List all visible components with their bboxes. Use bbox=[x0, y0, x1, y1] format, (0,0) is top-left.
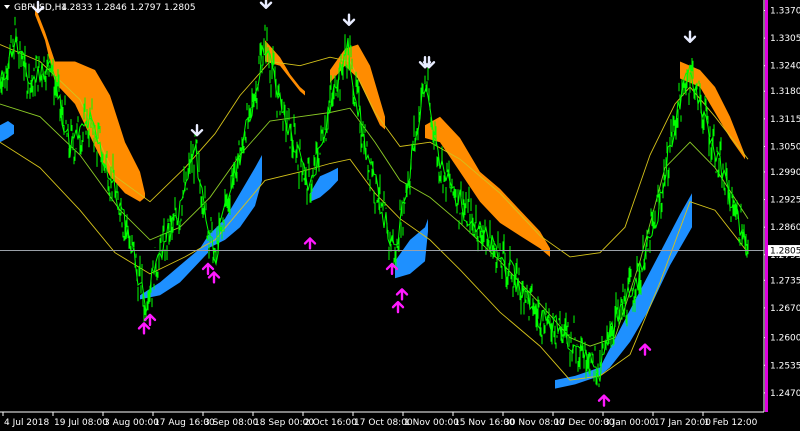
price-chart[interactable]: 1.3370 1.3305 1.3240 1.3180 1.3115 1.3050 1.29… bbox=[0, 0, 800, 431]
y-axis-ticks: 1.3370 1.3305 1.3240 1.3180 1.3115 1.3050 1.29… bbox=[764, 6, 800, 399]
y-tick-label: 1.2535 bbox=[770, 361, 800, 371]
y-tick-label: 1.2735 bbox=[770, 276, 800, 286]
y-tick-label: 1.2470 bbox=[770, 389, 800, 399]
x-tick-label: 4 Jul 2018 bbox=[4, 418, 49, 428]
y-tick-label: 1.2990 bbox=[770, 168, 800, 178]
y-tick-label: 1.2925 bbox=[770, 196, 800, 206]
y-tick-label: 1.3305 bbox=[770, 34, 800, 44]
y-tick-label: 1.2860 bbox=[770, 223, 800, 233]
y-tick-label: 1.3370 bbox=[770, 6, 800, 16]
y-tick-label: 1.3180 bbox=[770, 87, 800, 97]
ohlc-values: 1.2833 1.2846 1.2797 1.2805 bbox=[61, 3, 196, 13]
x-tick-label: 3 Jan 00:00 bbox=[604, 418, 656, 428]
y-tick-label: 1.2600 bbox=[770, 334, 800, 344]
x-tick-label: 1 Feb 12:00 bbox=[704, 418, 758, 428]
x-tick-label: 3 Aug 00:00 bbox=[104, 418, 159, 428]
scroll-bar[interactable] bbox=[765, 0, 768, 412]
x-tick-label: 1 Nov 00:00 bbox=[404, 418, 459, 428]
y-tick-label: 1.3050 bbox=[770, 142, 800, 152]
y-tick-label: 1.2670 bbox=[770, 304, 800, 314]
x-tick-label: 2 Oct 16:00 bbox=[304, 418, 357, 428]
x-tick-label: 3 Sep 08:00 bbox=[204, 418, 259, 428]
symbol-label: GBPUSD,H4 bbox=[14, 3, 67, 13]
current-price-label: 1.2805 bbox=[770, 247, 800, 257]
y-tick-label: 1.3115 bbox=[770, 115, 800, 125]
x-tick-label: 19 Jul 08:00 bbox=[54, 418, 108, 428]
y-tick-label: 1.3240 bbox=[770, 62, 800, 72]
x-tick-label: 17 Jan 20:00 bbox=[654, 418, 711, 428]
